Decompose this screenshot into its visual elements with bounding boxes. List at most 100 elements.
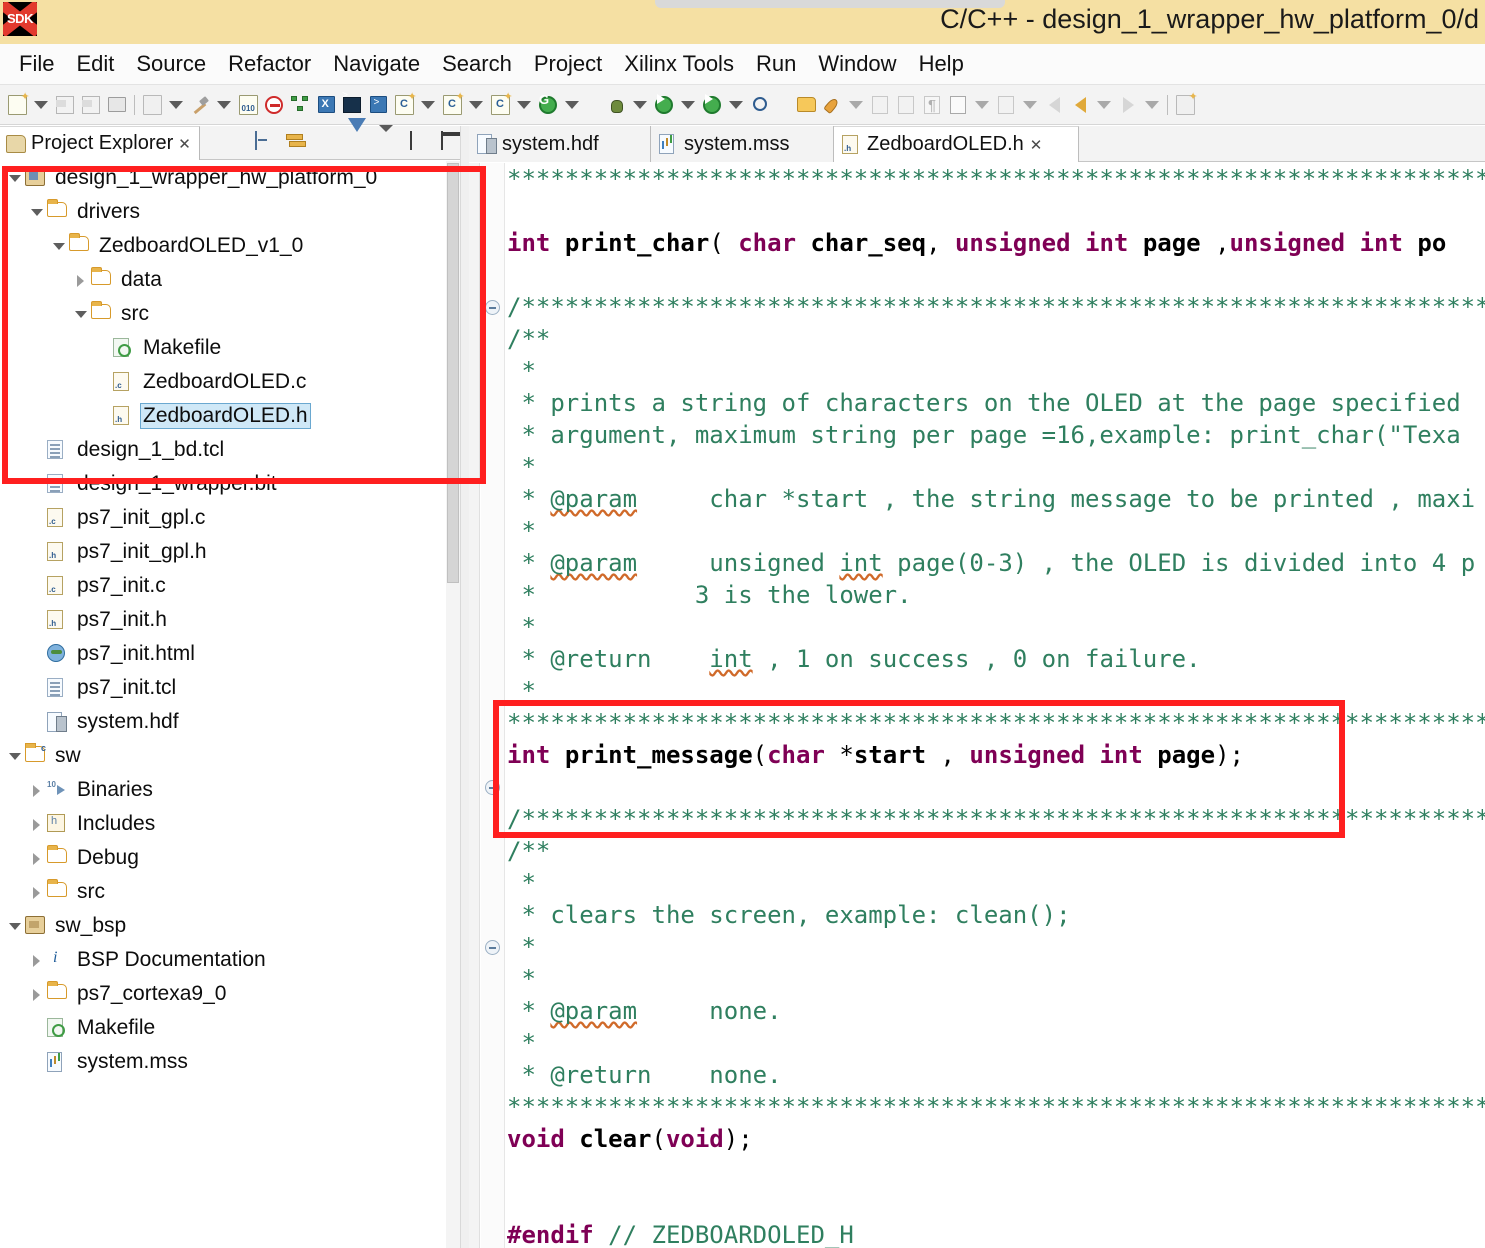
repo-icon[interactable]: G xyxy=(535,91,561,119)
menu-search[interactable]: Search xyxy=(431,49,523,79)
code-line-comment[interactable]: /***************************************… xyxy=(507,803,1485,835)
xsdb-console-icon[interactable]: > xyxy=(365,91,391,119)
new-c-project-icon[interactable]: C ✦ xyxy=(391,91,417,119)
tree-item-system-hdf[interactable]: system.hdf xyxy=(0,705,454,739)
open-decl-icon[interactable] xyxy=(139,91,165,119)
toggle-mark-icon[interactable] xyxy=(945,91,971,119)
code-line-param-none[interactable]: * @param none. xyxy=(507,995,1485,1027)
menu-edit[interactable]: Edit xyxy=(65,49,125,79)
next-annotation-icon[interactable] xyxy=(993,91,1019,119)
expand-arrow-icon[interactable] xyxy=(72,306,89,323)
expand-arrow-icon[interactable] xyxy=(50,238,67,255)
close-icon[interactable]: ✕ xyxy=(1030,136,1043,154)
menu-file[interactable]: File xyxy=(8,49,65,79)
run-config-icon[interactable] xyxy=(699,91,725,119)
program-flash-icon[interactable]: 010 xyxy=(235,91,261,119)
launch-on-hw-icon[interactable] xyxy=(261,91,287,119)
tree-item-ps7-init-html[interactable]: ps7_init.html xyxy=(0,637,454,671)
open-type-icon[interactable] xyxy=(793,91,819,119)
code-line-return-int[interactable]: * @return int , 1 on success , 0 on fail… xyxy=(507,643,1485,675)
tree-item-ps7-init-gpl-h[interactable]: ps7_init_gpl.h xyxy=(0,535,454,569)
dropdown-caret-icon[interactable] xyxy=(30,91,52,119)
toggle-comment-icon[interactable] xyxy=(867,91,893,119)
code-line-param-start[interactable]: * @param char *start , the string messag… xyxy=(507,483,1485,515)
toolbar[interactable]: ✦010X>C✦C✦C✦G¶✦ xyxy=(0,85,1485,125)
code-line-comment[interactable]: * xyxy=(507,451,1485,483)
code-line-comment[interactable]: * xyxy=(507,611,1485,643)
tree-item-src-driver[interactable]: src xyxy=(0,297,454,331)
code-line-param-page[interactable]: * @param unsigned int page(0-3) , the OL… xyxy=(507,547,1485,579)
collapse-arrow-icon[interactable] xyxy=(28,850,45,867)
code-line-return-none[interactable]: * @return none. xyxy=(507,1059,1485,1091)
code-line-comment[interactable]: * xyxy=(507,867,1485,899)
code-line-comment[interactable]: ****************************************… xyxy=(507,163,1485,195)
code-line-comment[interactable]: /***************************************… xyxy=(507,291,1485,323)
tree-item-includes[interactable]: Includes xyxy=(0,807,454,841)
dropdown-caret-icon[interactable] xyxy=(417,91,439,119)
tree-item-bsp-documentation[interactable]: BSP Documentation xyxy=(0,943,454,977)
menu-refactor[interactable]: Refactor xyxy=(217,49,322,79)
link-with-editor-icon[interactable] xyxy=(286,132,308,154)
xsct-console-icon[interactable] xyxy=(287,91,313,119)
project-explorer-toolbar[interactable] xyxy=(255,118,463,160)
menu-help[interactable]: Help xyxy=(908,49,975,79)
code-line-print-message-declaration[interactable]: int print_message(char *start , unsigned… xyxy=(507,739,1485,771)
back-icon[interactable] xyxy=(1041,91,1067,119)
tree-item-ps7-cortexa9-0[interactable]: ps7_cortexa9_0 xyxy=(0,977,454,1011)
tree-item-zedboardoled-h[interactable]: ZedboardOLED.h xyxy=(0,399,454,433)
collapse-arrow-icon[interactable] xyxy=(28,986,45,1003)
tree-item-sw[interactable]: sw xyxy=(0,739,454,773)
code-editor[interactable]: ****************************************… xyxy=(469,163,1485,1248)
back-arrow-icon[interactable] xyxy=(1067,91,1093,119)
code-line-comment[interactable]: * 3 is the lower. xyxy=(507,579,1485,611)
tree-item-system-mss[interactable]: system.mss xyxy=(0,1045,454,1079)
view-menu-caret-icon[interactable] xyxy=(379,125,401,154)
menu-run[interactable]: Run xyxy=(745,49,807,79)
tree-item-zedboardoled-c[interactable]: ZedboardOLED.c xyxy=(0,365,454,399)
tree-item-drivers[interactable]: drivers xyxy=(0,195,454,229)
launch-icon[interactable] xyxy=(819,91,845,119)
save-all-icon[interactable] xyxy=(78,91,104,119)
code-line-comment[interactable]: * clears the screen, example: clean(); xyxy=(507,899,1485,931)
dropdown-caret-icon[interactable] xyxy=(561,91,583,119)
editor-tab-system-mss[interactable]: system.mss xyxy=(651,126,834,162)
expand-arrow-icon[interactable] xyxy=(6,918,23,935)
code-fold-collapse-icon[interactable] xyxy=(485,300,500,315)
menu-bar[interactable]: File Edit Source Refactor Navigate Search Proj… xyxy=(0,44,1485,85)
dropdown-caret-icon[interactable] xyxy=(971,91,993,119)
tree-item-makefile-driver[interactable]: Makefile xyxy=(0,331,454,365)
code-line-comment[interactable]: * xyxy=(507,963,1485,995)
dropdown-caret-icon[interactable] xyxy=(677,91,699,119)
tree-item-makefile-bsp[interactable]: Makefile xyxy=(0,1011,454,1045)
code-line-comment[interactable]: * prints a string of characters on the O… xyxy=(507,387,1485,419)
project-tree[interactable]: design_1_wrapper_hw_platform_0 drivers Zed… xyxy=(0,161,454,1248)
code-line-comment[interactable]: * xyxy=(507,515,1485,547)
project-explorer-tab[interactable]: Project Explorer ✕ xyxy=(0,126,200,160)
source-code-text[interactable]: ****************************************… xyxy=(507,163,1485,1248)
show-whitespace-icon[interactable]: ¶ xyxy=(919,91,945,119)
dropdown-caret-icon[interactable] xyxy=(1141,91,1163,119)
tree-item-ps7-init-c[interactable]: ps7_init.c xyxy=(0,569,454,603)
save-icon[interactable] xyxy=(52,91,78,119)
menu-project[interactable]: Project xyxy=(523,49,613,79)
dropdown-caret-icon[interactable] xyxy=(165,91,187,119)
tree-item-design-1-wrapper-bit[interactable]: design_1_wrapper.bit xyxy=(0,467,454,501)
editor-tab-row[interactable]: system.hdf system.mss ZedboardOLED.h ✕ xyxy=(469,126,1485,162)
tree-item-ps7-init-h[interactable]: ps7_init.h xyxy=(0,603,454,637)
code-line-comment[interactable]: ****************************************… xyxy=(507,1091,1485,1123)
new-window-icon[interactable]: ✦ xyxy=(1172,91,1198,119)
tree-item-data[interactable]: data xyxy=(0,263,454,297)
forward-icon[interactable] xyxy=(1115,91,1141,119)
menu-source[interactable]: Source xyxy=(125,49,217,79)
dropdown-caret-icon[interactable] xyxy=(629,91,651,119)
collapse-all-icon[interactable] xyxy=(255,131,277,154)
menu-xilinx-tools[interactable]: Xilinx Tools xyxy=(613,49,745,79)
block-selection-icon[interactable] xyxy=(893,91,919,119)
tree-item-ps7-init-gpl-c[interactable]: ps7_init_gpl.c xyxy=(0,501,454,535)
code-line-comment[interactable]: * xyxy=(507,355,1485,387)
editor-folding-column[interactable] xyxy=(481,163,505,1248)
expand-arrow-icon[interactable] xyxy=(28,204,45,221)
terminal-icon[interactable] xyxy=(339,91,365,119)
menu-navigate[interactable]: Navigate xyxy=(322,49,431,79)
skip-breakpoints-icon[interactable] xyxy=(747,91,773,119)
